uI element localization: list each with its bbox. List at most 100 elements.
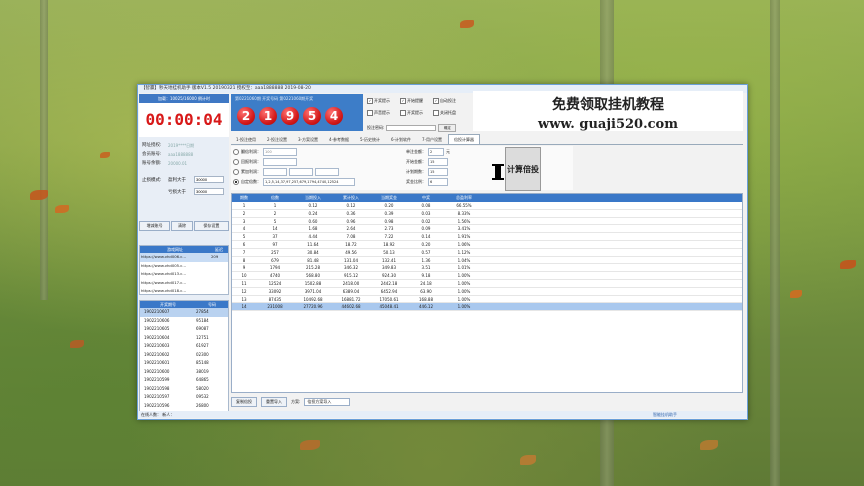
table-cell: 0.02 xyxy=(421,218,431,224)
option-checkbox[interactable]: ✓ 自动投注 xyxy=(433,98,456,104)
radio-button[interactable] xyxy=(233,179,239,185)
table-cell: 0.98 xyxy=(384,218,394,224)
accumulate-input-b[interactable] xyxy=(289,168,313,176)
tab-plan-software[interactable]: 6-计划软件 xyxy=(386,135,416,144)
bonus-ratio-input[interactable]: 6 xyxy=(428,178,448,186)
info-value: aaa1888888 xyxy=(168,152,194,157)
table-row[interactable]: 10 4740 568.80 915.12 924.30 9.18 1.00% xyxy=(232,272,742,280)
copy-plan-button[interactable]: 复制倍投 xyxy=(231,397,257,407)
table-cell: 1.01% xyxy=(457,265,471,271)
table-row[interactable]: 13 87435 10492.68 16881.72 17050.61 168.88 1.0… xyxy=(232,296,742,304)
plan-select[interactable]: 倍投方案导入 xyxy=(304,398,351,406)
table-cell: 11 xyxy=(241,280,247,286)
option-checkbox[interactable]: ✓ 开始提醒 xyxy=(400,98,423,104)
clear-button[interactable]: 清除 xyxy=(171,221,193,231)
accumulate-input-a[interactable] xyxy=(263,168,287,176)
list-item[interactable]: 1902210603 61927 xyxy=(140,342,228,351)
table-cell: 0.12 xyxy=(346,203,356,208)
option-checkbox[interactable]: ✓ 开奖提示 xyxy=(367,98,390,104)
table-row[interactable]: 2 2 0.24 0.36 0.39 0.03 8.33% xyxy=(232,210,742,218)
table-cell: 0.12 xyxy=(308,203,318,208)
table-row[interactable]: 4 14 1.68 2.64 2.73 0.09 3.41% xyxy=(232,225,742,234)
custom-multiplier-input[interactable]: 1,2,5,14,37,97,257,679,1794,4740,12524 xyxy=(263,178,355,186)
tab-bar: 1-投注使用 2-投注设置 3-方案设置 4-参考数据 5-历史统计 6-计划软… xyxy=(231,134,743,145)
confirm-button[interactable]: 确定 xyxy=(438,124,457,132)
table-row[interactable]: 3 5 0.60 0.96 0.98 0.02 1.56% xyxy=(232,218,742,226)
draw-ball: 5 xyxy=(303,107,321,125)
list-item[interactable]: https://www.vhd005.c... xyxy=(140,262,228,271)
table-row[interactable]: 6 97 11.64 18.72 18.92 0.20 1.06% xyxy=(232,241,742,249)
list-item[interactable]: https://www.vhd006.c... 209 xyxy=(140,253,228,262)
number-text: 02300 xyxy=(196,351,209,357)
table-row[interactable]: 7 257 30.84 49.56 50.13 0.57 1.12% xyxy=(232,249,742,257)
info-value: 2019****日期 xyxy=(168,143,195,148)
url-text: https://www.vhd005.c... xyxy=(141,262,187,268)
password-input[interactable] xyxy=(386,125,437,131)
checkbox-icon xyxy=(400,110,406,116)
radio-button[interactable] xyxy=(233,169,239,175)
table-row[interactable]: 1 1 0.12 0.12 0.20 0.08 66.55% xyxy=(232,202,742,210)
tab-user-settings[interactable]: 7-用户设置 xyxy=(417,135,447,144)
radio-button[interactable] xyxy=(233,149,239,155)
unit-amount-input[interactable]: 2 xyxy=(428,148,444,156)
table-row[interactable]: 9 1794 215.28 346.32 349.83 3.51 1.01% xyxy=(232,264,742,273)
tree-trunk xyxy=(770,0,780,486)
list-item[interactable]: 1902210602 02300 xyxy=(140,351,228,360)
table-cell: 12524 xyxy=(268,280,282,286)
list-item[interactable]: 1902210605 69087 xyxy=(140,325,228,334)
list-item[interactable]: 1902210604 12751 xyxy=(140,334,228,343)
loss-threshold-input[interactable] xyxy=(194,188,224,195)
list-item[interactable]: 1902210597 09532 xyxy=(140,393,228,402)
list-item[interactable]: https://www.vhd018.c... xyxy=(140,287,228,296)
table-row[interactable]: 12 33092 3971.04 6389.04 6452.94 63.90 1.00% xyxy=(232,288,742,296)
list-item[interactable]: 1902210599 64865 xyxy=(140,376,228,385)
list-item[interactable]: 1902210606 95184 xyxy=(140,317,228,326)
table-cell: 1.00% xyxy=(457,296,471,302)
list-item[interactable]: 1902210596 26800 xyxy=(140,402,228,411)
list-item[interactable]: 1902210601 85148 xyxy=(140,359,228,368)
table-cell: 0.57 xyxy=(421,249,431,255)
list-item[interactable]: https://www.vhd017.c... xyxy=(140,279,228,288)
issue-text: 1902210599 xyxy=(144,377,170,382)
tree-trunk xyxy=(40,0,48,300)
option-checkbox[interactable]: 声音提示 xyxy=(367,110,390,116)
table-row[interactable]: 5 37 4.44 7.08 7.22 0.14 1.91% xyxy=(232,233,742,241)
table-cell: 16881.72 xyxy=(341,296,361,302)
option-checkbox[interactable]: 开奖提示 xyxy=(400,110,423,116)
issue-text: 1902210604 xyxy=(144,334,170,340)
save-settings-button[interactable]: 保存设置 xyxy=(193,221,229,231)
radio-button[interactable] xyxy=(233,159,239,165)
list-item[interactable]: 1902210600 38019 xyxy=(140,368,228,377)
table-cell: 915.12 xyxy=(344,273,358,279)
number-text: 85148 xyxy=(196,360,209,365)
start-amount-input[interactable]: 15 xyxy=(428,158,448,166)
table-cell: 27720.96 xyxy=(303,304,323,310)
checkbox-icon xyxy=(433,110,439,116)
plan-periods-input[interactable]: 15 xyxy=(428,168,448,176)
table-cell: 30.84 xyxy=(307,249,319,255)
table-row[interactable]: 8 679 81.48 131.04 132.41 1.36 1.04% xyxy=(232,257,742,265)
tab-multiplier-calculator[interactable]: 倍投计算器 xyxy=(448,134,480,144)
table-cell: 924.30 xyxy=(382,273,396,279)
table-cell: 1.06% xyxy=(457,241,471,247)
win-threshold-input[interactable] xyxy=(194,176,224,183)
edit-account-button[interactable]: 增减账号 xyxy=(139,221,171,231)
option-checkbox[interactable]: 关闭托盘 xyxy=(433,110,456,116)
tab-history-stats[interactable]: 5-历史统计 xyxy=(355,135,385,144)
tab-reference-data[interactable]: 4-参考数据 xyxy=(324,135,354,144)
double-profit-input[interactable]: 100 xyxy=(263,148,297,156)
table-row[interactable]: 14 231008 27720.96 44602.68 45048.41 446.12 1.… xyxy=(232,303,742,312)
return-profit-input[interactable] xyxy=(263,158,297,166)
list-item[interactable]: https://www.vhd013.c... xyxy=(140,270,228,279)
table-row[interactable]: 11 12524 1502.88 2418.00 2442.18 24.18 1.00% xyxy=(232,280,742,288)
calculate-button[interactable]: 计算倍投 xyxy=(505,147,541,191)
tab-plan-settings[interactable]: 3-方案设置 xyxy=(293,135,323,144)
tab-bet-settings[interactable]: 2-投注设置 xyxy=(262,135,292,144)
url-text: https://www.vhd018.c... xyxy=(141,288,187,293)
table-cell: 9 xyxy=(242,265,246,271)
list-item[interactable]: 1902210607 27854 xyxy=(140,308,228,317)
accumulate-input-c[interactable] xyxy=(315,168,339,176)
tab-bet-use[interactable]: 1-投注使用 xyxy=(231,135,261,144)
list-item[interactable]: 1902210598 58020 xyxy=(140,385,228,394)
reset-import-button[interactable]: 重置导入 xyxy=(261,397,287,407)
